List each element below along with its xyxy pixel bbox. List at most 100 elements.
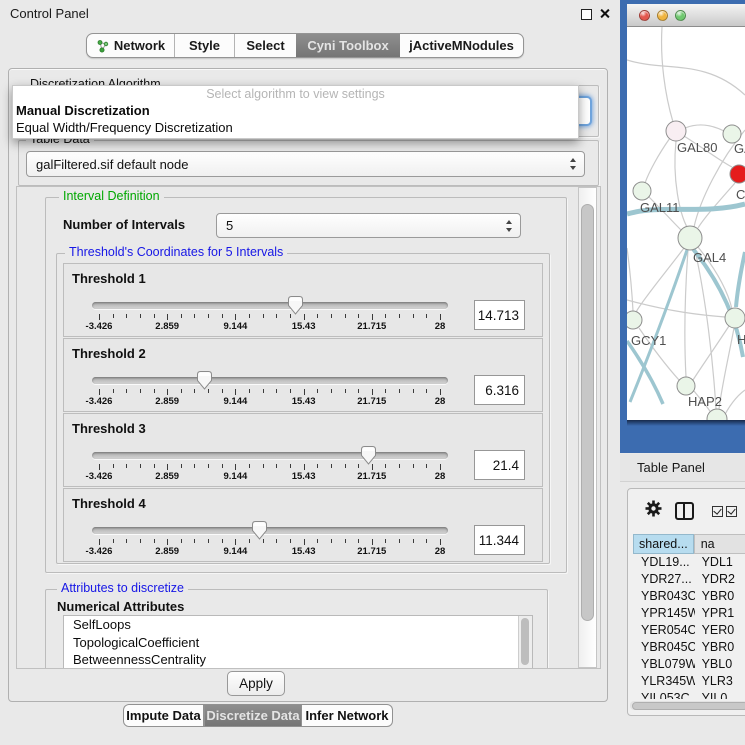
node-label-clipped: C <box>736 187 745 202</box>
threshold-value-input[interactable]: 21.4 <box>474 450 525 480</box>
checkbox-icon[interactable] <box>712 506 723 517</box>
table-cell[interactable]: YDL1 <box>695 554 745 571</box>
table-cell[interactable]: YIL0 <box>695 690 745 699</box>
table-cell[interactable]: YDR27... <box>633 571 695 588</box>
dropdown-placeholder-option[interactable]: Select algorithm to view settings <box>13 86 578 102</box>
slider-thumb[interactable] <box>361 446 376 465</box>
table-cell[interactable]: YPR1 <box>695 605 745 622</box>
table-row[interactable]: YDL19...YDL1 <box>633 554 745 571</box>
apply-button[interactable]: Apply <box>227 671 285 696</box>
tab-style[interactable]: Style <box>174 34 234 57</box>
table-cell[interactable]: YDR2 <box>695 571 745 588</box>
network-edge[interactable] <box>693 326 729 380</box>
number-of-intervals-combobox[interactable]: 5 <box>216 213 521 238</box>
close-icon[interactable] <box>599 8 610 19</box>
table-data-combobox[interactable]: galFiltered.sif default node <box>26 151 585 177</box>
network-edge[interactable] <box>627 60 745 95</box>
network-node-gal11[interactable] <box>633 182 651 200</box>
table-row[interactable]: YER054CYER0 <box>633 622 745 639</box>
network-edge[interactable] <box>685 250 688 377</box>
network-node[interactable] <box>725 308 745 328</box>
network-edge[interactable] <box>662 27 673 122</box>
slider-tick <box>154 314 155 318</box>
network-window-titlebar[interactable] <box>627 4 745 27</box>
slider-thumb[interactable] <box>252 521 267 540</box>
settings-vertical-scrollbar[interactable] <box>578 187 597 668</box>
table-row[interactable]: YDR27...YDR2 <box>633 571 745 588</box>
bottom-tab-impute-data[interactable]: Impute Data <box>123 704 204 727</box>
bottom-tab-discretize-data[interactable]: Discretize Data <box>204 704 302 727</box>
traffic-light-zoom-icon[interactable] <box>675 10 686 21</box>
network-node[interactable] <box>730 165 745 183</box>
network-node-hap2[interactable] <box>677 377 695 395</box>
column-header-na[interactable]: na <box>694 534 745 554</box>
table-cell[interactable]: YLR3 <box>695 673 745 690</box>
network-node-gal4[interactable] <box>678 226 702 250</box>
float-window-icon[interactable] <box>581 9 592 20</box>
slider-thumb[interactable] <box>288 296 303 315</box>
threshold-slider-track[interactable] <box>92 452 448 459</box>
threshold-slider-track[interactable] <box>92 527 448 534</box>
tab-label: jActiveMNodules <box>409 38 514 53</box>
settings-gear-icon[interactable] <box>644 499 663 523</box>
table-cell[interactable]: YIL053C <box>633 690 695 699</box>
threshold-value-input[interactable]: 11.344 <box>474 525 525 555</box>
threshold-slider-track[interactable] <box>92 302 448 309</box>
slider-tick <box>181 314 182 318</box>
table-cell[interactable]: YBL079W <box>633 656 695 673</box>
table-cell[interactable]: YBR0 <box>695 588 745 605</box>
attributes-list-scrollbar[interactable] <box>518 616 532 669</box>
attribute-list-item[interactable]: SelfLoops <box>64 616 532 634</box>
table-cell[interactable]: YBR0 <box>695 639 745 656</box>
table-row[interactable]: YIL053CYIL0 <box>633 690 745 699</box>
slider-tick <box>99 314 100 320</box>
bottom-tab-infer-network[interactable]: Infer Network <box>302 704 393 727</box>
table-row[interactable]: YBR045CYBR0 <box>633 639 745 656</box>
table-cell[interactable]: YER0 <box>695 622 745 639</box>
threshold-value-input[interactable]: 14.713 <box>474 300 525 330</box>
network-edge[interactable] <box>736 252 745 307</box>
traffic-light-close-icon[interactable] <box>639 10 650 21</box>
table-row[interactable]: YLR345WYLR3 <box>633 673 745 690</box>
table-cell[interactable]: YBR043C <box>633 588 695 605</box>
tab-cyni-toolbox[interactable]: Cyni Toolbox <box>296 34 400 57</box>
network-view[interactable]: GAL80GAL11GAL4GCY1HAP2GACH <box>627 27 745 420</box>
slider-thumb[interactable] <box>197 371 212 390</box>
tab-jactivemnodules[interactable]: jActiveMNodules <box>400 34 523 57</box>
network-node-gcy1[interactable] <box>627 311 642 329</box>
table-cell[interactable]: YBL0 <box>695 656 745 673</box>
attribute-list-item[interactable]: BetweennessCentrality <box>64 651 532 669</box>
network-edge[interactable] <box>645 138 670 183</box>
slider-tick <box>222 464 223 468</box>
slider-tick <box>99 389 100 395</box>
network-edge[interactable] <box>685 125 724 131</box>
slider-tick <box>440 539 441 545</box>
threshold-slider-track[interactable] <box>92 377 448 384</box>
column-header-shared-[interactable]: shared... <box>633 534 694 554</box>
table-panel-toolbar <box>628 497 745 525</box>
network-node-gal80[interactable] <box>666 121 686 141</box>
slider-tick <box>276 314 277 318</box>
threshold-value-input[interactable]: 6.316 <box>474 375 525 405</box>
dropdown-option-equal-width[interactable]: Equal Width/Frequency Discretization <box>13 119 578 136</box>
table-cell[interactable]: YPR145W <box>633 605 695 622</box>
slider-tick <box>385 464 386 468</box>
attributes-list[interactable]: SelfLoopsTopologicalCoefficientBetweenne… <box>63 615 533 669</box>
table-row[interactable]: YPR145WYPR1 <box>633 605 745 622</box>
table-cell[interactable]: YBR045C <box>633 639 695 656</box>
table-cell[interactable]: YDL19... <box>633 554 695 571</box>
attribute-list-item[interactable]: TopologicalCoefficient <box>64 634 532 652</box>
split-columns-icon[interactable] <box>675 502 694 520</box>
table-cell[interactable]: YLR345W <box>633 673 695 690</box>
traffic-light-minimize-icon[interactable] <box>657 10 668 21</box>
tab-select[interactable]: Select <box>234 34 296 57</box>
control-panel-titlebar: Control Panel <box>0 0 618 26</box>
dropdown-option-manual[interactable]: Manual Discretization <box>13 102 578 119</box>
table-cell[interactable]: YER054C <box>633 622 695 639</box>
table-row[interactable]: YBL079WYBL0 <box>633 656 745 673</box>
node-label: GAL80 <box>677 140 717 155</box>
checkbox-icon[interactable] <box>726 506 737 517</box>
table-row[interactable]: YBR043CYBR0 <box>633 588 745 605</box>
tab-network[interactable]: Network <box>87 34 174 57</box>
table-horizontal-scrollbar[interactable] <box>630 701 745 710</box>
